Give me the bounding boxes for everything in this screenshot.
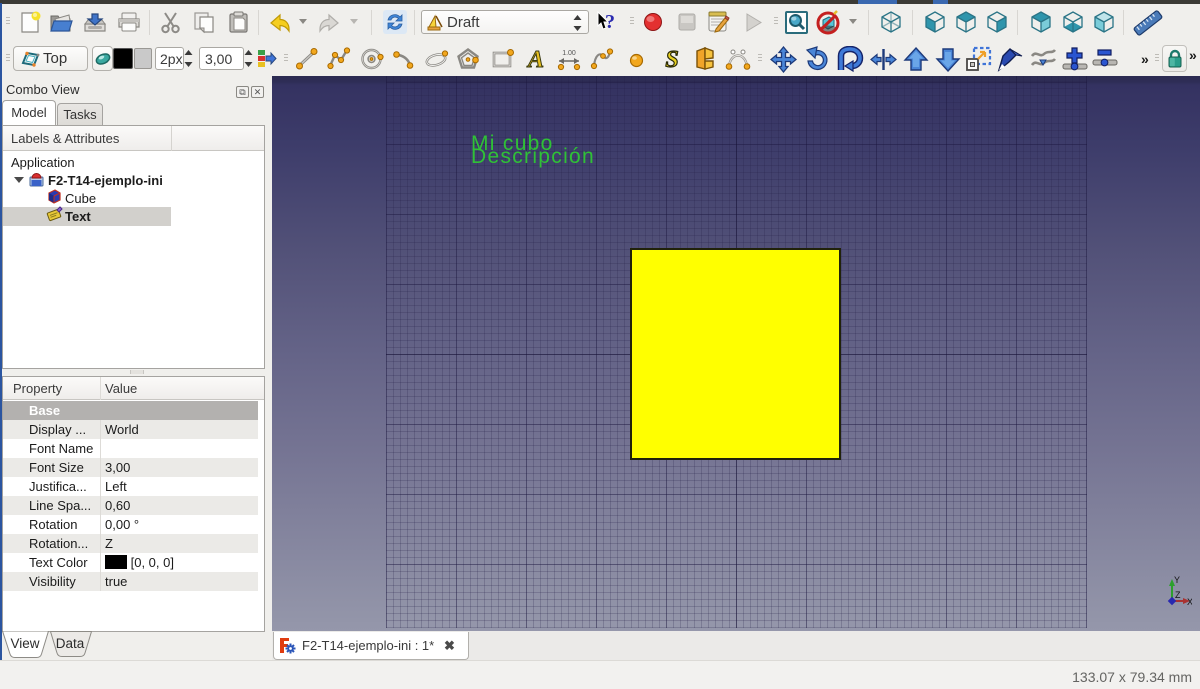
svg-text:View: View — [10, 636, 39, 651]
svg-text:S: S — [665, 47, 678, 72]
svg-text:Y: Y — [1174, 575, 1180, 585]
svg-text:Data: Data — [56, 636, 85, 651]
svg-text:1.00: 1.00 — [562, 50, 576, 57]
svg-text:A: A — [526, 47, 544, 71]
svg-text:Z: Z — [1175, 590, 1181, 600]
svg-text:X: X — [1187, 597, 1192, 607]
